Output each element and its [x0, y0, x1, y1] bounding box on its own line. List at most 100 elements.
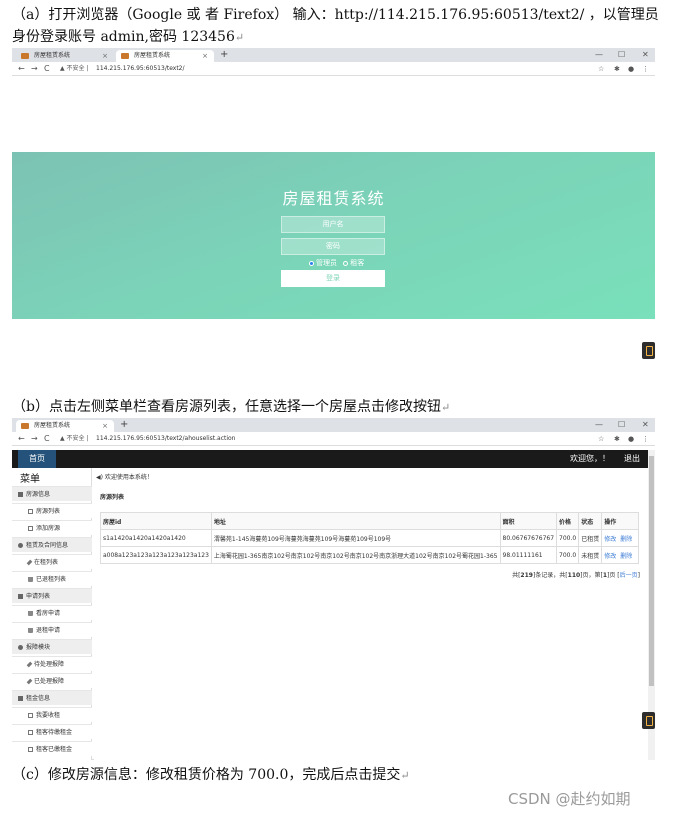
- edit-link[interactable]: 修改: [604, 553, 616, 560]
- admin-radio[interactable]: [309, 260, 314, 266]
- role-selector: 管理员 租客: [309, 258, 364, 268]
- bookmark-star-icon[interactable]: ☆: [598, 62, 604, 76]
- address-bar: ← → C ▲ 不安全 | 114.215.176.95:60513/text2…: [12, 432, 655, 446]
- reload-icon[interactable]: C: [44, 62, 50, 76]
- insecure-warning[interactable]: ▲ 不安全 |: [60, 432, 88, 446]
- col-header-price: 价格: [556, 512, 580, 530]
- browser-menu-icon[interactable]: ⋮: [642, 62, 649, 76]
- wrench-icon: [26, 661, 33, 668]
- trash-icon: [28, 611, 33, 616]
- browser-tab[interactable]: 房屋租赁系统 ×: [16, 50, 114, 62]
- extensions-icon[interactable]: ✱: [614, 432, 620, 446]
- nav-home[interactable]: 首页: [18, 450, 56, 468]
- close-tab-icon[interactable]: ×: [202, 50, 208, 62]
- sidebar-item-15[interactable]: 租客已缴租金: [12, 741, 92, 756]
- minimize-button[interactable]: —: [595, 48, 603, 62]
- browser-tab-active[interactable]: 房屋租赁系统 ×: [116, 50, 214, 62]
- profile-icon[interactable]: ●: [628, 432, 634, 446]
- cell-id: a008a123a123a123a123a123a123: [100, 546, 212, 564]
- new-tab-button[interactable]: +: [120, 418, 128, 432]
- sidebar-group-12[interactable]: 租金信息: [12, 690, 92, 705]
- tab-title: 房屋租赁系统: [134, 52, 171, 59]
- forward-arrow-icon[interactable]: →: [31, 62, 38, 76]
- sidebar-item-2[interactable]: 添加房源: [12, 520, 92, 535]
- sidebar-item-11[interactable]: 已处理报障: [12, 673, 92, 688]
- wrench-icon: [26, 678, 33, 685]
- sidebar-item-label: 添加房源: [36, 525, 61, 532]
- password-input[interactable]: 密码: [281, 238, 385, 255]
- browser-tab-active[interactable]: 房屋租赁系统 ×: [16, 420, 114, 432]
- sidebar-group-0[interactable]: 房源信息: [12, 486, 92, 501]
- forward-arrow-icon[interactable]: →: [31, 432, 38, 446]
- table-row: s1a1420a1420a1420a1420 渭馨苑1-145海蔓苑109号海蔓…: [100, 529, 640, 547]
- sidebar-item-label: 在租列表: [34, 559, 59, 566]
- tenant-radio[interactable]: [343, 260, 349, 266]
- maximize-button[interactable]: ☐: [618, 418, 625, 432]
- scrollbar-thumb[interactable]: [649, 456, 654, 686]
- pagination: 共[219]条记录，共[110]页，第[1]页 [后一页]: [512, 572, 640, 579]
- profile-icon[interactable]: ●: [628, 62, 634, 76]
- minimize-button[interactable]: —: [595, 418, 603, 432]
- url-input[interactable]: 114.215.176.95:60513/text2/ahouselist.ac…: [96, 432, 235, 446]
- sidebar-item-5[interactable]: 已退租列表: [12, 571, 92, 586]
- cell-price: 700.0: [556, 546, 580, 564]
- logout-link[interactable]: 退出: [624, 450, 640, 468]
- col-header-status: 状态: [578, 512, 603, 530]
- insecure-warning[interactable]: ▲ 不安全 |: [60, 62, 88, 76]
- sidebar-item-7[interactable]: 看房申请: [12, 605, 92, 620]
- window-close-button[interactable]: ✕: [642, 418, 649, 432]
- favicon-icon: [21, 53, 29, 59]
- side-widget-icon[interactable]: [642, 342, 655, 359]
- bookmark-star-icon[interactable]: ☆: [598, 432, 604, 446]
- sidebar-item-13[interactable]: 我要收租: [12, 707, 92, 722]
- sidebar-item-label: 租客已缴租金: [36, 746, 73, 753]
- sidebar-group-6[interactable]: 申请列表: [12, 588, 92, 603]
- login-panel: 房屋租赁系统 用户名 密码 管理员 租客 登录: [12, 152, 655, 319]
- col-header-actions: 操作: [601, 512, 640, 530]
- close-tab-icon[interactable]: ×: [102, 50, 108, 62]
- next-page-link[interactable]: 后一页: [620, 572, 638, 579]
- cell-address: 渭馨苑1-145海蔓苑109号海蔓苑海蔓苑109号海蔓苑109号109号: [210, 529, 501, 547]
- sidebar-item-4[interactable]: 在租列表: [12, 554, 92, 569]
- address-bar: ← → C ▲ 不安全 | 114.215.176.95:60513/text2…: [12, 62, 655, 76]
- tab-title: 房屋租赁系统: [34, 422, 71, 429]
- menu-title: 菜单: [20, 474, 40, 485]
- col-header-id: 房屋id: [100, 512, 212, 530]
- sidebar-item-label: 申请列表: [26, 593, 51, 600]
- login-browser-window: 房屋租赁系统 × 房屋租赁系统 × + — ☐ ✕ ← → C ▲ 不安全 | 11…: [12, 48, 655, 326]
- edit-link[interactable]: 修改: [604, 536, 616, 543]
- sidebar-item-8[interactable]: 退租申请: [12, 622, 92, 637]
- side-widget-icon[interactable]: [642, 712, 655, 729]
- delete-link[interactable]: 删除: [620, 536, 632, 543]
- sidebar-group-3[interactable]: 租赁及合同信息: [12, 537, 92, 552]
- sidebar-menu: 菜单 房源信息房源列表添加房源租赁及合同信息在租列表已退租列表申请列表看房申请退…: [12, 468, 92, 760]
- favicon-icon: [21, 423, 29, 429]
- back-arrow-icon[interactable]: ←: [18, 62, 25, 76]
- username-input[interactable]: 用户名: [281, 216, 385, 233]
- square-icon: [18, 594, 23, 599]
- admin-browser-window: 房屋租赁系统 × + — ☐ ✕ ← → C ▲ 不安全 | 114.215.17…: [12, 418, 655, 760]
- trash-icon: [28, 577, 33, 582]
- delete-link[interactable]: 删除: [620, 553, 632, 560]
- window-close-button[interactable]: ✕: [642, 48, 649, 62]
- sidebar-group-9[interactable]: 报障模块: [12, 639, 92, 654]
- url-input[interactable]: 114.215.176.95:60513/text2/: [96, 62, 185, 76]
- reload-icon[interactable]: C: [44, 432, 50, 446]
- sidebar-item-14[interactable]: 租客待缴租金: [12, 724, 92, 739]
- extensions-icon[interactable]: ✱: [614, 62, 620, 76]
- document-icon: [28, 713, 33, 718]
- login-button[interactable]: 登录: [281, 270, 385, 287]
- trash-icon: [28, 628, 33, 633]
- sidebar-item-label: 已处理报障: [34, 678, 65, 685]
- maximize-button[interactable]: ☐: [618, 48, 625, 62]
- close-tab-icon[interactable]: ×: [102, 420, 108, 432]
- browser-menu-icon[interactable]: ⋮: [642, 432, 649, 446]
- step-a-text: （a）打开浏览器（Google 或 者 Firefox） 输入：http://1…: [12, 7, 659, 45]
- new-tab-button[interactable]: +: [220, 48, 228, 62]
- table-header-row: 房屋id 地址 面积 价格 状态 操作: [100, 512, 640, 530]
- sidebar-item-1[interactable]: 房源列表: [12, 503, 92, 518]
- sidebar-item-label: 看房申请: [36, 610, 61, 617]
- total-records: 219: [520, 572, 533, 579]
- sidebar-item-10[interactable]: 待处理报障: [12, 656, 92, 671]
- back-arrow-icon[interactable]: ←: [18, 432, 25, 446]
